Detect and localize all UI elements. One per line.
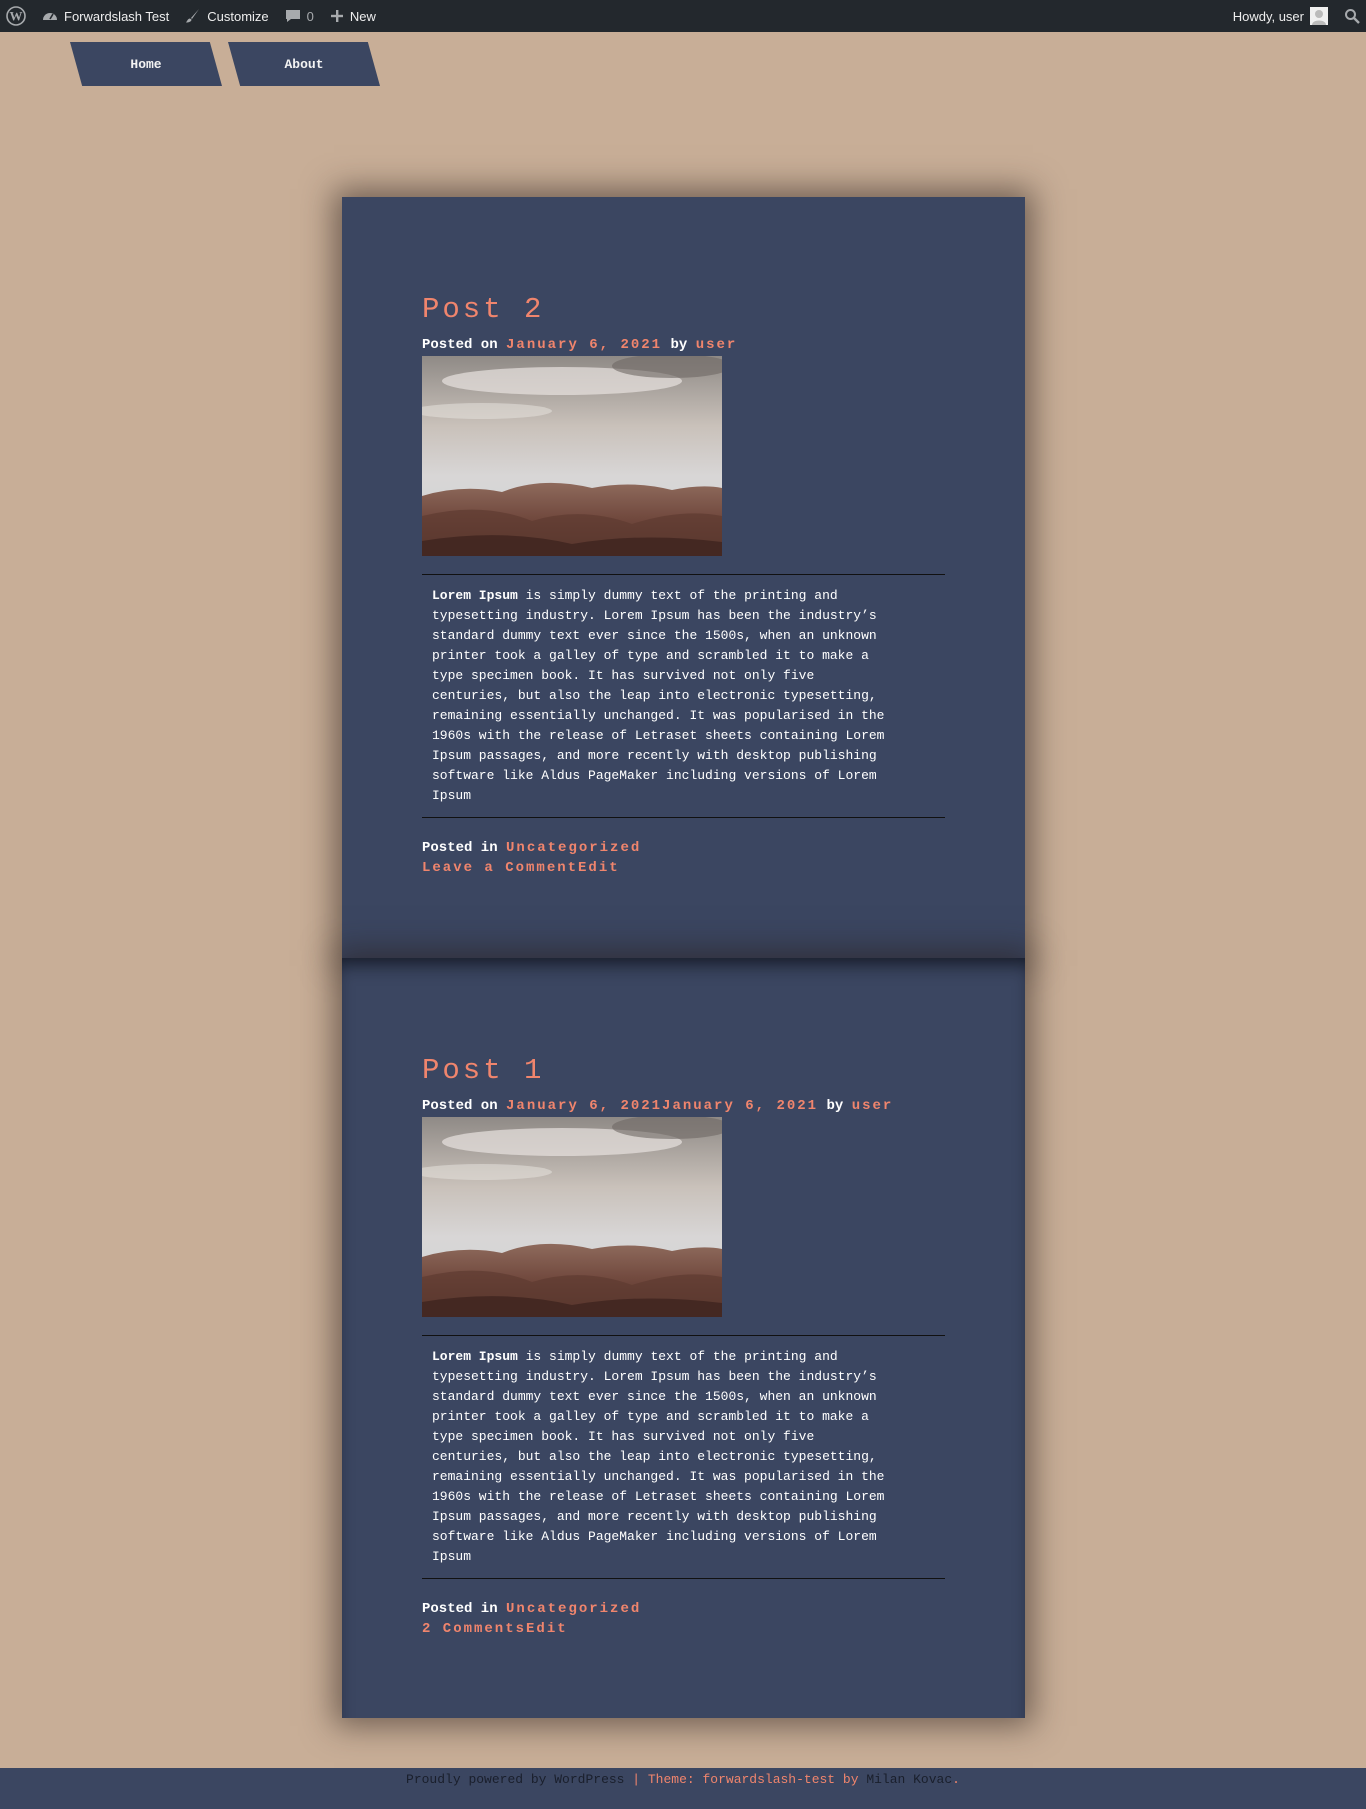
post-list: Post 2 Posted on January 6, 2021 by user [342, 197, 1025, 1718]
post-meta: Posted on January 6, 2021January 6, 2021… [422, 1097, 945, 1115]
site-name-label: Forwardslash Test [64, 8, 170, 24]
main-navigation: Home About [70, 42, 380, 86]
brush-icon [185, 8, 201, 24]
admin-bar: W Forwardslash Test Customize 0 New Howd… [0, 0, 1366, 32]
admin-bar-right: Howdy, user [1225, 0, 1366, 32]
posted-in-label: Posted in [422, 1601, 498, 1617]
excerpt-line: centuries, but also the leap into electr… [432, 688, 877, 703]
search-button[interactable] [1336, 0, 1366, 32]
edit-link[interactable]: Edit [578, 860, 620, 876]
nav-item-about[interactable]: About [228, 42, 380, 86]
comments-link[interactable]: Leave a Comment [422, 860, 578, 876]
comments-button[interactable]: 0 [277, 0, 322, 32]
excerpt-bold: Lorem Ipsum [432, 1349, 518, 1364]
excerpt-line: is simply dummy text of the printing and [517, 588, 838, 603]
excerpt-line: software like Aldus PageMaker including … [432, 1529, 877, 1544]
comments-count: 0 [306, 8, 314, 24]
post-card: Post 2 Posted on January 6, 2021 by user [342, 197, 1025, 958]
posted-on-label: Posted on [422, 337, 498, 353]
excerpt-line: Ipsum passages, and more recently with d… [432, 748, 877, 763]
excerpt-line: printer took a galley of type and scramb… [432, 1409, 869, 1424]
excerpt-line: centuries, but also the leap into electr… [432, 1449, 877, 1464]
post-author-link[interactable]: user [696, 337, 738, 353]
excerpt-line: remaining essentially unchanged. It was … [432, 708, 885, 723]
excerpt-line: type specimen book. It has survived not … [432, 668, 815, 683]
category-link[interactable]: Uncategorized [506, 1601, 641, 1617]
post-title-link[interactable]: Post 2 [422, 295, 945, 324]
new-label: New [349, 8, 376, 24]
post-footer: Posted in Uncategorized Leave a CommentE… [422, 838, 945, 878]
excerpt-line: Ipsum [432, 788, 472, 803]
nav-item-label: About [284, 56, 324, 72]
admin-bar-left: W Forwardslash Test Customize 0 New [0, 0, 384, 32]
post-date-link[interactable]: January 6, 2021January 6, 2021 [506, 1098, 818, 1114]
post-excerpt: Lorem Ipsum is simply dummy text of the … [422, 574, 945, 818]
site-name-button[interactable]: Forwardslash Test [34, 0, 177, 32]
wordpress-logo-button[interactable]: W [0, 0, 34, 32]
excerpt-line: 1960s with the release of Letraset sheet… [432, 1489, 885, 1504]
site-footer: Proudly powered by WordPress | Theme: fo… [0, 1768, 1366, 1809]
excerpt-line: standard dummy text ever since the 1500s… [432, 1389, 877, 1404]
post-thumbnail[interactable] [422, 1117, 722, 1317]
excerpt-line: 1960s with the release of Letraset sheet… [432, 728, 885, 743]
excerpt-line: Ipsum passages, and more recently with d… [432, 1509, 877, 1524]
post-card: Post 1 Posted on January 6, 2021January … [342, 958, 1025, 1718]
svg-text:W: W [10, 9, 23, 24]
theme-author-link[interactable]: Milan Kovac [866, 1772, 952, 1787]
post-title-link[interactable]: Post 1 [422, 1056, 945, 1085]
post-meta: Posted on January 6, 2021 by user [422, 336, 945, 354]
posted-in-label: Posted in [422, 840, 498, 856]
plus-icon [330, 9, 344, 23]
search-icon [1344, 8, 1360, 24]
comments-link[interactable]: 2 Comments [422, 1621, 526, 1637]
edit-link[interactable]: Edit [526, 1621, 568, 1637]
post-thumbnail[interactable] [422, 356, 722, 556]
new-content-button[interactable]: New [322, 0, 384, 32]
by-label: by [826, 1098, 844, 1114]
excerpt-line: type specimen book. It has survived not … [432, 1429, 815, 1444]
customize-button[interactable]: Customize [177, 0, 276, 32]
post-footer: Posted in Uncategorized 2 CommentsEdit [422, 1599, 945, 1639]
dashboard-icon [42, 8, 58, 24]
comment-icon [285, 8, 301, 24]
excerpt-line: typesetting industry. Lorem Ipsum has be… [432, 608, 877, 623]
howdy-label: Howdy, user [1232, 8, 1304, 24]
excerpt-line: Ipsum [432, 1549, 472, 1564]
customize-label: Customize [207, 8, 269, 24]
footer-period: . [952, 1772, 960, 1787]
theme-credit-label: Theme: forwardslash-test by [647, 1772, 867, 1787]
wordpress-credit-link[interactable]: Proudly powered by WordPress [406, 1772, 624, 1787]
account-button[interactable]: Howdy, user [1225, 0, 1336, 32]
post-date-link[interactable]: January 6, 2021 [506, 337, 662, 353]
excerpt-bold: Lorem Ipsum [432, 588, 518, 603]
excerpt-line: standard dummy text ever since the 1500s… [432, 628, 877, 643]
excerpt-line: is simply dummy text of the printing and [517, 1349, 838, 1364]
wordpress-logo-icon: W [6, 6, 26, 26]
excerpt-line: software like Aldus PageMaker including … [432, 768, 877, 783]
avatar [1310, 7, 1328, 25]
excerpt-line: remaining essentially unchanged. It was … [432, 1469, 885, 1484]
by-label: by [670, 337, 688, 353]
excerpt-line: printer took a galley of type and scramb… [432, 648, 869, 663]
post-excerpt: Lorem Ipsum is simply dummy text of the … [422, 1335, 945, 1579]
posted-on-label: Posted on [422, 1098, 498, 1114]
post-author-link[interactable]: user [852, 1098, 894, 1114]
category-link[interactable]: Uncategorized [506, 840, 641, 856]
footer-separator: | [624, 1772, 648, 1787]
excerpt-line: typesetting industry. Lorem Ipsum has be… [432, 1369, 877, 1384]
nav-item-label: Home [130, 56, 162, 72]
nav-item-home[interactable]: Home [70, 42, 222, 86]
